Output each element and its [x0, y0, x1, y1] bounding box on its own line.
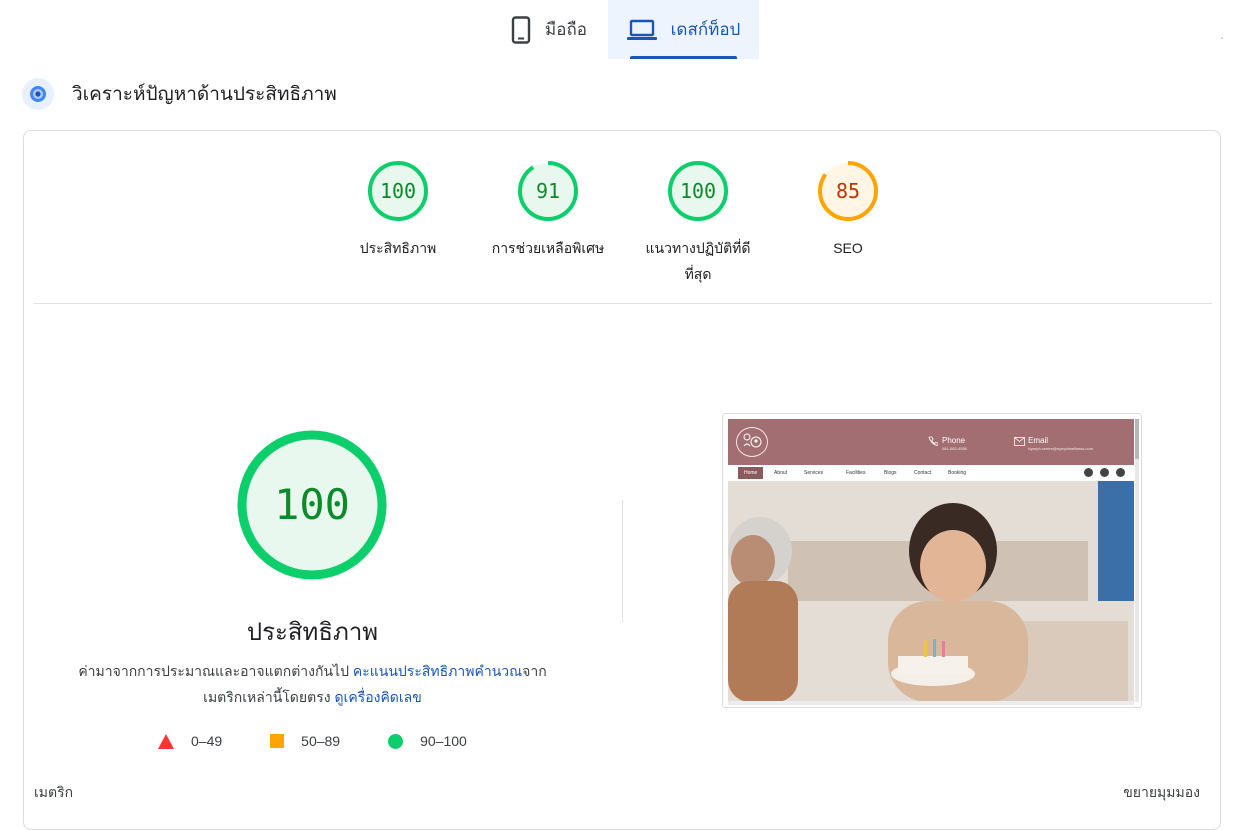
- performance-score-value: 100: [274, 480, 350, 529]
- device-tabs: มือถือ เดสก์ท็อป: [0, 0, 1236, 60]
- tab-desktop[interactable]: เดสก์ท็อป: [608, 0, 759, 59]
- metrics-label: เมตริก: [34, 784, 74, 800]
- email-label: Email: [1028, 436, 1049, 445]
- score-value: 100: [379, 179, 417, 203]
- site-header: Phone 081-083-4556 Email Nymph.centre@ny…: [728, 419, 1134, 465]
- square-icon: [270, 734, 285, 748]
- score-label: การช่วยเหลือพิเศษ: [491, 240, 605, 256]
- performance-gauge: 100: [237, 430, 387, 580]
- site-nav-about: About: [774, 470, 788, 476]
- legend-pass-label: 90–100: [420, 733, 467, 749]
- mail-icon: [1014, 437, 1025, 448]
- score-calculation-link[interactable]: คะแนนประสิทธิภาพคำนวณ: [353, 663, 522, 679]
- vertical-divider: [622, 500, 623, 622]
- site-preview: Phone 081-083-4556 Email Nymph.centre@ny…: [728, 419, 1134, 702]
- divider-mark: [1221, 37, 1223, 39]
- legend-average-label: 50–89: [301, 733, 341, 749]
- score-seo[interactable]: 85 SEO: [797, 160, 899, 261]
- active-tab-indicator: [630, 56, 737, 59]
- section-title: วิเคราะห์ปัญหาด้านประสิทธิภาพ: [72, 84, 337, 105]
- score-value: 85: [835, 179, 861, 203]
- calculator-link[interactable]: ดูเครื่องคิดเลข: [334, 689, 421, 705]
- tab-mobile-label: มือถือ: [545, 20, 587, 39]
- site-nav-home: Home: [738, 467, 764, 479]
- phone-icon: [928, 436, 939, 448]
- tab-mobile[interactable]: มือถือ: [490, 0, 608, 59]
- laptop-icon: [626, 19, 657, 41]
- score-value: 100: [679, 179, 717, 203]
- score-label: ประสิทธิภาพ: [359, 240, 437, 256]
- site-nav-facilities: Facilities: [846, 470, 866, 476]
- site-nav-services: Services: [804, 470, 824, 476]
- tab-desktop-label: เดสก์ท็อป: [670, 20, 741, 39]
- site-nav-contact: Contact: [914, 470, 932, 476]
- site-nav-booking: Booking: [948, 470, 967, 476]
- score-value: 91: [535, 179, 561, 203]
- expand-view-toggle[interactable]: ขยายมุมมอง: [1123, 782, 1200, 804]
- instagram-icon: [1084, 468, 1093, 477]
- preview-scrollbar: [1135, 419, 1139, 702]
- score-legend: 0–49 50–89 90–100: [158, 733, 515, 749]
- score-label: แนวทางปฏิบัติที่ดีที่สุด: [645, 240, 751, 282]
- score-best-practices[interactable]: 100 แนวทางปฏิบัติที่ดีที่สุด: [638, 160, 758, 287]
- performance-title: ประสิทธิภาพ: [246, 619, 379, 646]
- phone-label: Phone: [942, 436, 966, 445]
- facebook-icon: [1100, 468, 1109, 477]
- final-screenshot[interactable]: Phone 081-083-4556 Email Nymph.centre@ny…: [722, 413, 1142, 708]
- performance-target-icon: [22, 78, 54, 110]
- horizontal-divider: [34, 303, 1212, 304]
- line-icon: [1116, 468, 1125, 477]
- legend-fail: 0–49: [158, 733, 222, 749]
- performance-description: ค่ามาจากการประมาณและอาจแตกต่างกันไป คะแน…: [70, 658, 555, 710]
- smartphone-icon: [511, 15, 531, 44]
- legend-average: 50–89: [270, 733, 340, 749]
- circle-icon: [388, 733, 404, 749]
- site-logo: [736, 427, 768, 457]
- preview-hscrollbar: [728, 701, 1134, 705]
- site-nav: Home About Services Facilities Blogs Con…: [728, 465, 1134, 481]
- score-performance[interactable]: 100 ประสิทธิภาพ: [347, 160, 449, 261]
- legend-fail-label: 0–49: [191, 733, 223, 749]
- email-value: Nymph.centre@nymphwellness.com: [1028, 446, 1093, 451]
- site-nav-blogs: Blogs: [884, 470, 897, 476]
- section-header: วิเคราะห์ปัญหาด้านประสิทธิภาพ: [22, 78, 337, 110]
- site-phone: Phone 081-083-4556: [928, 436, 967, 451]
- scrollbar-thumb: [1135, 419, 1139, 459]
- score-accessibility[interactable]: 91 การช่วยเหลือพิเศษ: [477, 160, 619, 261]
- site-email: Email Nymph.centre@nymphwellness.com: [1014, 436, 1093, 451]
- hero-photo-illustration: [728, 481, 1134, 702]
- score-label: SEO: [833, 240, 863, 256]
- legend-pass: 90–100: [388, 733, 467, 749]
- phone-value: 081-083-4556: [942, 446, 967, 451]
- desc-text: ค่ามาจากการประมาณและอาจแตกต่างกันไป: [78, 663, 353, 679]
- triangle-icon: [158, 733, 174, 749]
- hero-photo: [728, 481, 1134, 702]
